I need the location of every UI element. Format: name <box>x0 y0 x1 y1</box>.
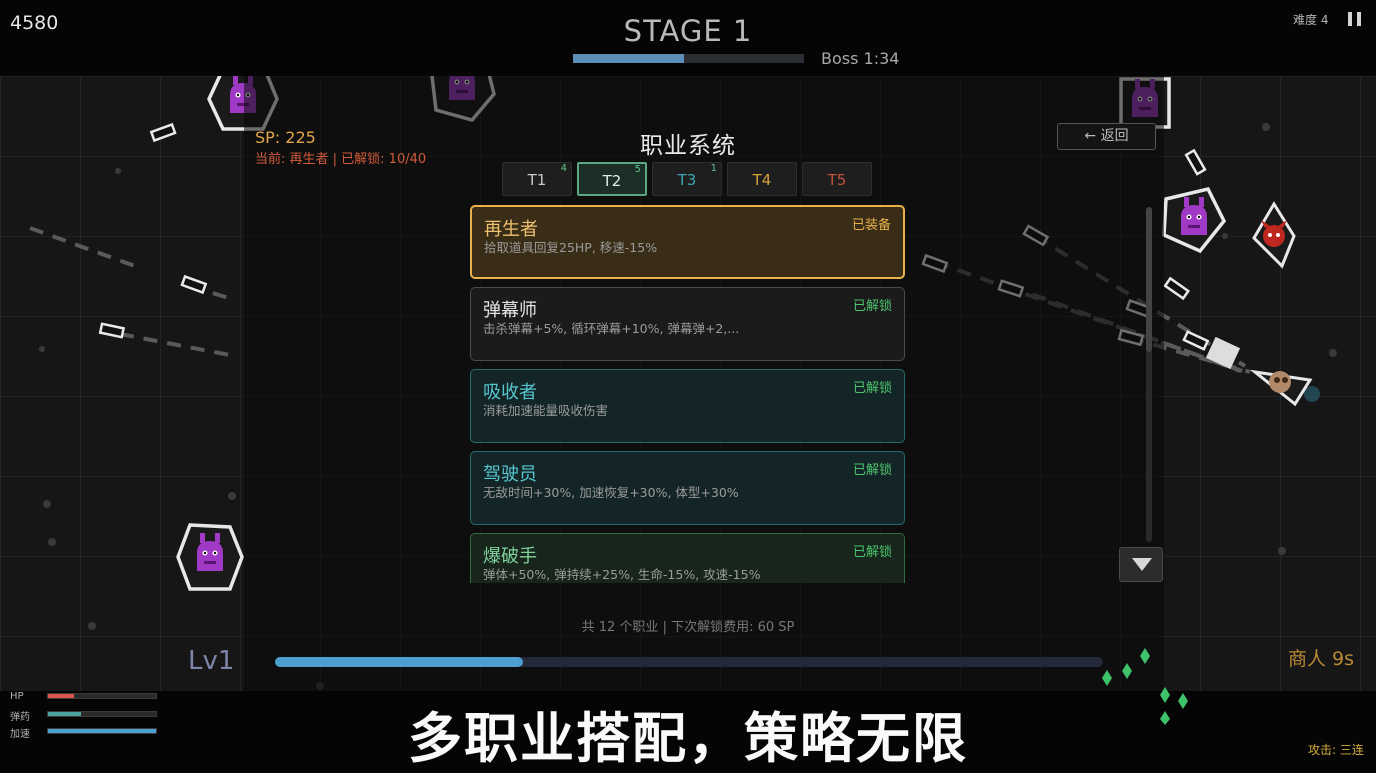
xp-fill <box>275 657 524 667</box>
stage-title: STAGE 1 <box>623 14 753 48</box>
xp-gem-icon <box>1122 663 1132 679</box>
tab-t4[interactable]: T4 <box>727 162 797 196</box>
tab-t2[interactable]: T2 5 <box>577 162 647 196</box>
class-status: 已装备 <box>851 218 891 233</box>
class-card-regenerator[interactable]: 再生者 已装备 拾取道具回复25HP, 移速-15% <box>470 205 905 279</box>
class-card-demolisher[interactable]: 爆破手 已解锁 弹体+50%, 弹持续+25%, 生命-15%, 攻速-15% <box>470 533 905 583</box>
back-button[interactable]: ← 返回 <box>1057 123 1156 150</box>
scrollbar-thumb[interactable] <box>1146 207 1152 352</box>
merchant-timer: 商人 9s <box>1288 648 1355 670</box>
class-list-scrollbar[interactable] <box>1146 207 1152 542</box>
attack-mode: 攻击: 三连 <box>1308 743 1364 757</box>
player-level: Lv1 <box>188 646 235 676</box>
tab-label: T3 <box>677 171 697 189</box>
class-card-pilot[interactable]: 驾驶员 已解锁 无敌时间+30%, 加速恢复+30%, 体型+30% <box>470 451 905 525</box>
class-desc: 无敌时间+30%, 加速恢复+30%, 体型+30% <box>483 485 739 500</box>
class-count-note: 共 12 个职业 | 下次解锁费用: 60 SP <box>581 620 795 635</box>
panel-title: 职业系统 <box>640 133 736 159</box>
chevron-down-icon <box>1132 558 1152 571</box>
stage-progress-fill <box>573 54 684 63</box>
stage-progress-bar <box>573 54 804 63</box>
scroll-down-button[interactable] <box>1119 547 1163 582</box>
class-desc: 弹体+50%, 弹持续+25%, 生命-15%, 攻速-15% <box>483 567 761 582</box>
tab-t3[interactable]: T3 1 <box>652 162 722 196</box>
class-card-barrage[interactable]: 弹幕师 已解锁 击杀弹幕+5%, 循环弹幕+10%, 弹幕弹+2,... <box>470 287 905 361</box>
tab-t5[interactable]: T5 <box>802 162 872 196</box>
boss-timer: Boss 1:34 <box>821 49 900 68</box>
tab-label: T2 <box>602 172 622 190</box>
purple-monster-icon <box>1162 186 1227 254</box>
class-card-absorber[interactable]: 吸收者 已解锁 消耗加速能量吸收伤害 <box>470 369 905 443</box>
xp-gem-icon <box>1102 670 1112 686</box>
tab-label: T1 <box>527 171 547 189</box>
xp-bar <box>275 657 1103 667</box>
pause-icon[interactable] <box>1346 10 1364 28</box>
xp-gem-icon <box>1140 648 1150 664</box>
tab-t1[interactable]: T1 4 <box>502 162 572 196</box>
class-list: 再生者 已装备 拾取道具回复25HP, 移速-15% 弹幕师 已解锁 击杀弹幕+… <box>470 205 905 583</box>
promo-caption: 多职业搭配，策略无限 <box>408 707 968 770</box>
tab-count: 5 <box>634 164 641 175</box>
class-status: 已解锁 <box>852 463 892 478</box>
tab-label: T5 <box>827 171 847 189</box>
tab-count: 4 <box>560 163 567 174</box>
difficulty-label: 难度 4 <box>1293 13 1329 27</box>
tab-label: T4 <box>752 171 772 189</box>
class-desc: 消耗加速能量吸收伤害 <box>483 403 609 418</box>
class-status: 已解锁 <box>852 545 892 560</box>
tab-count: 1 <box>710 163 717 174</box>
class-status: 已解锁 <box>852 381 892 396</box>
purple-monster-icon <box>176 523 244 591</box>
class-desc: 拾取道具回复25HP, 移速-15% <box>484 240 658 255</box>
class-desc: 击杀弹幕+5%, 循环弹幕+10%, 弹幕弹+2,... <box>483 321 740 336</box>
class-status: 已解锁 <box>852 299 892 314</box>
